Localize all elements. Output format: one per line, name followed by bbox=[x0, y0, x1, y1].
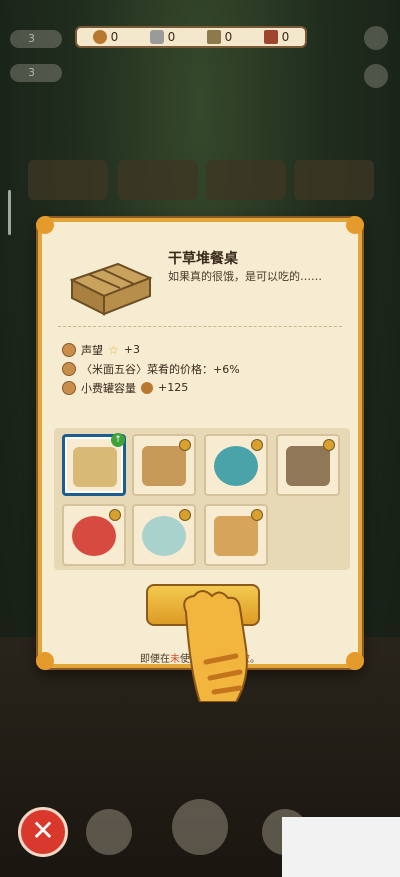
stat-price-bonus: 〈米面五谷〉菜肴的价格：+6% bbox=[62, 359, 240, 378]
acorn-count: 0 bbox=[110, 30, 119, 44]
key-icon bbox=[149, 30, 164, 44]
upgrade-arrow-icon: ↑ bbox=[111, 433, 125, 447]
furniture-slot-stone-table[interactable] bbox=[132, 504, 196, 566]
plank-icon bbox=[206, 30, 221, 44]
lock-icon bbox=[179, 439, 191, 451]
lock-icon bbox=[109, 509, 121, 521]
bottom-menu-slot[interactable] bbox=[86, 809, 132, 855]
furniture-slot-mushroom-table[interactable] bbox=[62, 504, 126, 566]
drum-table-thumbnail bbox=[214, 446, 258, 486]
item-title: 干草堆餐桌 bbox=[168, 251, 238, 267]
resource-key: 0 bbox=[149, 30, 176, 44]
brick-count: 0 bbox=[281, 30, 290, 44]
lock-icon bbox=[251, 509, 263, 521]
wood-table-thumbnail bbox=[142, 446, 186, 486]
leaf-table-thumbnail bbox=[214, 516, 258, 556]
crate-table-thumbnail bbox=[286, 446, 330, 486]
tutorial-pointer-icon bbox=[183, 590, 248, 702]
lock-icon bbox=[323, 439, 335, 451]
hay-table-image bbox=[69, 262, 153, 316]
side-counter-1: 3 bbox=[10, 30, 62, 48]
stat-reputation: 声望 ☆ +3 bbox=[62, 340, 240, 359]
close-button[interactable]: ✕ bbox=[18, 807, 68, 857]
stone-table-thumbnail bbox=[142, 516, 186, 556]
resource-plank: 0 bbox=[206, 30, 233, 44]
resource-bar: 0 0 0 0 bbox=[75, 26, 307, 48]
resource-brick: 0 bbox=[263, 30, 290, 44]
furniture-slot-hay-table[interactable]: ↑ bbox=[62, 433, 126, 496]
acorn-icon bbox=[141, 381, 153, 394]
item-description: 如果真的很饿，是可以吃的…… bbox=[168, 270, 322, 283]
bottom-menu-slot[interactable] bbox=[172, 799, 228, 855]
lock-icon bbox=[179, 509, 191, 521]
paw-bullet-icon bbox=[62, 342, 76, 357]
item-stats: 声望 ☆ +3 〈米面五谷〉菜肴的价格：+6% 小费罐容量 +125 bbox=[62, 340, 240, 397]
plank-count: 0 bbox=[224, 30, 233, 44]
brick-icon bbox=[263, 30, 278, 44]
mushroom-table-thumbnail bbox=[72, 516, 116, 556]
star-icon: ☆ bbox=[108, 342, 119, 357]
key-count: 0 bbox=[167, 30, 176, 44]
resource-acorn: 0 bbox=[92, 30, 119, 44]
furniture-slot-leaf-table[interactable] bbox=[204, 504, 268, 566]
furniture-selection-grid: ↑ bbox=[54, 428, 350, 570]
lock-icon bbox=[251, 439, 263, 451]
paw-corner-icon bbox=[36, 216, 54, 234]
paw-bullet-icon bbox=[62, 380, 76, 395]
menu-button[interactable] bbox=[364, 26, 388, 50]
paw-corner-icon bbox=[346, 216, 364, 234]
acorn-icon bbox=[92, 30, 107, 44]
hay-table-thumbnail bbox=[73, 447, 117, 487]
furniture-slot-drum-table[interactable] bbox=[204, 434, 268, 496]
divider bbox=[58, 326, 342, 327]
furniture-slot-wood-table[interactable] bbox=[132, 434, 196, 496]
side-counter-2: 3 bbox=[10, 64, 62, 82]
emoji-button[interactable] bbox=[364, 64, 388, 88]
stat-tip-capacity: 小费罐容量 +125 bbox=[62, 378, 240, 397]
scroll-indicator bbox=[8, 190, 11, 235]
overlay-watermark-area bbox=[282, 817, 400, 877]
furniture-slot-crate-table[interactable] bbox=[276, 434, 340, 496]
paw-bullet-icon bbox=[62, 361, 76, 376]
